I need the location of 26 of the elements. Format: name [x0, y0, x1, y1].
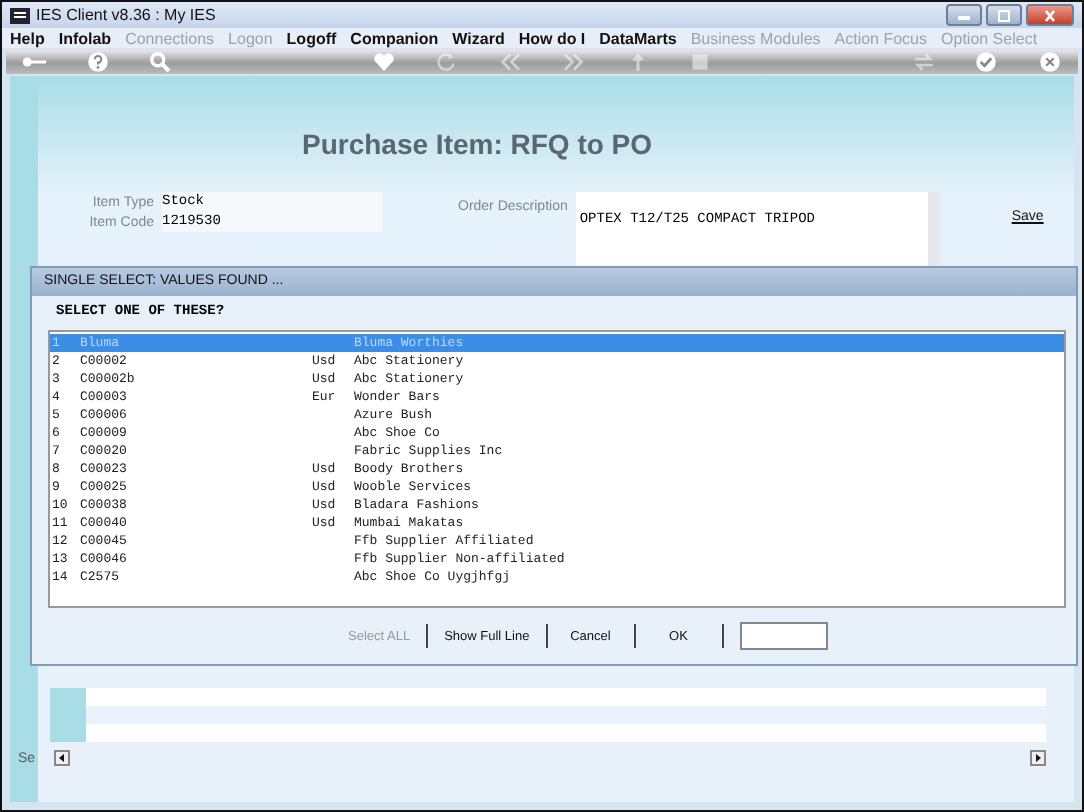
check-icon[interactable] [974, 50, 999, 74]
close-button[interactable] [1026, 4, 1074, 27]
menu-item[interactable]: Companion [350, 29, 439, 48]
search-icon[interactable] [148, 50, 173, 74]
heart-icon[interactable] [371, 50, 396, 74]
menu-item[interactable]: Logoff [286, 29, 337, 48]
menu-item[interactable]: How do I [518, 29, 586, 48]
grid-row-header [50, 688, 86, 742]
close-icon [1040, 9, 1060, 22]
app-icon [10, 5, 30, 26]
page-title: Purchase Item: RFQ to PO [302, 128, 653, 160]
maximize-icon [994, 9, 1014, 22]
menu-item[interactable]: Wizard [452, 29, 505, 48]
maximize-button[interactable] [986, 4, 1022, 27]
minimize-button[interactable] [946, 4, 982, 27]
right-arrow-icon [1032, 752, 1044, 764]
help-icon[interactable] [85, 50, 110, 74]
left-arrow-icon [56, 752, 68, 764]
scroll-left-button[interactable] [54, 750, 70, 766]
menu-item[interactable]: Infolab [58, 29, 112, 48]
close-icon[interactable] [1037, 50, 1062, 74]
menu-item[interactable]: DataMarts [599, 29, 677, 48]
menu-item[interactable]: Help [10, 29, 45, 48]
window-title: IES Client v8.36 : My IES [36, 6, 216, 25]
scroll-right-button[interactable] [1030, 750, 1046, 766]
input-field[interactable] [739, 622, 828, 650]
